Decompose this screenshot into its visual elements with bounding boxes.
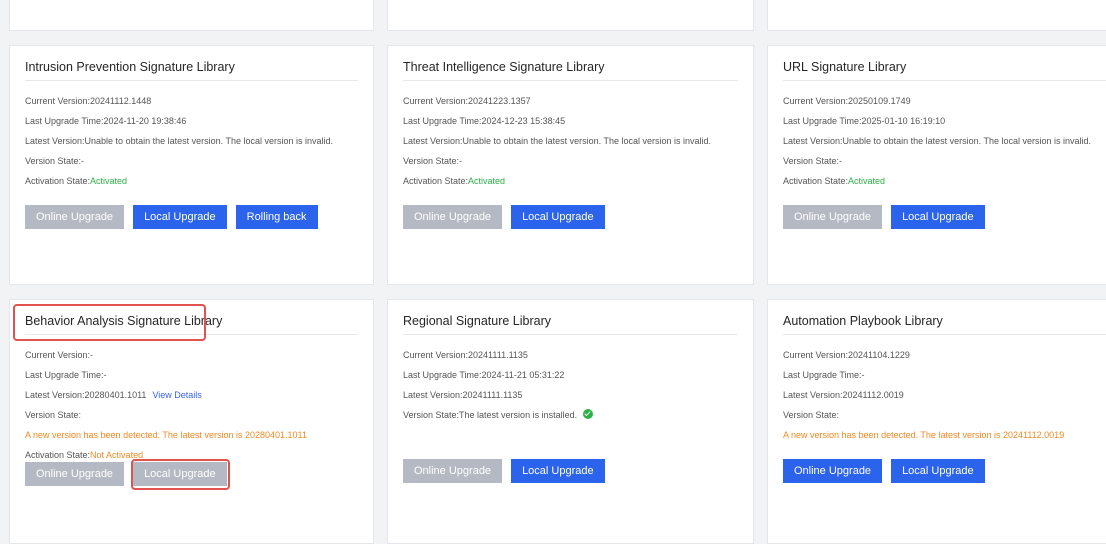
current-version: Current Version:20250109.1749 [783, 96, 911, 106]
card-intrusion-prevention: Intrusion Prevention Signature Library C… [9, 45, 374, 285]
activation-label: Activation State: [783, 176, 849, 186]
last-upgrade-time: Last Upgrade Time:2024-12-23 15:38:45 [403, 116, 566, 126]
local-upgrade-button[interactable]: Local Upgrade [511, 459, 605, 483]
button-group: Online Upgrade Local Upgrade [783, 459, 994, 483]
activation-label: Activation State: [25, 176, 91, 186]
activation-state: Activation State:Activated [25, 171, 333, 191]
local-upgrade-button[interactable]: Local Upgrade [133, 462, 227, 486]
card-title: Behavior Analysis Signature Library [25, 314, 223, 328]
online-upgrade-button[interactable]: Online Upgrade [25, 462, 125, 486]
activation-value: Activated [90, 176, 128, 186]
title-divider [783, 334, 1106, 335]
card-threat-intelligence: Threat Intelligence Signature Library Cu… [387, 45, 754, 285]
card-url: URL Signature Library Current Version:20… [767, 45, 1106, 285]
version-state: Version State:- [783, 156, 843, 166]
online-upgrade-button[interactable]: Online Upgrade [783, 205, 883, 229]
card-info: Current Version:20241111.1135 Last Upgra… [403, 345, 594, 425]
version-state-text: Version State:The latest version is inst… [403, 410, 578, 420]
button-group: Online Upgrade Local Upgrade [783, 205, 994, 229]
card-title: Regional Signature Library [403, 314, 552, 328]
last-upgrade-time: Last Upgrade Time:- [25, 370, 107, 380]
button-group: Online Upgrade Local Upgrade [25, 462, 236, 486]
button-group: Online Upgrade Local Upgrade [403, 459, 614, 483]
latest-version: Latest Version:Unable to obtain the late… [25, 136, 334, 146]
title-divider [25, 334, 358, 335]
version-state: Version State:- [403, 156, 463, 166]
local-upgrade-button[interactable]: Local Upgrade [511, 205, 605, 229]
current-version: Current Version:20241104.1229 [783, 350, 910, 360]
card-info: Current Version:20250109.1749 Last Upgra… [783, 91, 1091, 191]
last-upgrade-time: Last Upgrade Time:2024-11-21 05:31:22 [403, 370, 565, 380]
last-upgrade-time: Last Upgrade Time:2024-11-20 19:38:46 [25, 116, 187, 126]
card-automation-playbook: Automation Playbook Library Current Vers… [767, 299, 1106, 544]
latest-version: Latest Version:20280401.1011 View Details [25, 385, 307, 405]
activation-state: Activation State:Activated [783, 171, 1091, 191]
card-title: Intrusion Prevention Signature Library [25, 60, 235, 74]
local-upgrade-button[interactable]: Local Upgrade [133, 205, 227, 229]
local-upgrade-button[interactable]: Local Upgrade [891, 459, 985, 483]
current-version: Current Version:20241223.1357 [403, 96, 531, 106]
button-group: Online Upgrade Local Upgrade [403, 205, 614, 229]
online-upgrade-button[interactable]: Online Upgrade [783, 459, 883, 483]
button-group: Online Upgrade Local Upgrade Rolling back [25, 205, 327, 229]
title-divider [783, 80, 1106, 81]
activation-state: Activation State:Activated [403, 171, 711, 191]
latest-version: Latest Version:Unable to obtain the late… [403, 136, 712, 146]
new-version-message: A new version has been detected. The lat… [25, 430, 307, 440]
card-title: URL Signature Library [783, 60, 907, 74]
view-details-link[interactable]: View Details [152, 390, 201, 400]
card-behavior-analysis: Behavior Analysis Signature Library Curr… [9, 299, 374, 544]
activation-label: Activation State: [403, 176, 469, 186]
rolling-back-button[interactable]: Rolling back [235, 205, 318, 229]
latest-version: Latest Version:20241112.0019 [783, 390, 904, 400]
current-version: Current Version:20241112.1448 [25, 96, 152, 106]
check-circle-icon [583, 409, 594, 419]
online-upgrade-button[interactable]: Online Upgrade [403, 205, 503, 229]
card-regional: Regional Signature Library Current Versi… [387, 299, 754, 544]
activation-value: Activated [848, 176, 886, 186]
title-divider [25, 80, 358, 81]
latest-version: Latest Version:Unable to obtain the late… [783, 136, 1092, 146]
version-state: Version State:- [25, 156, 85, 166]
latest-version-value: Latest Version:20280401.1011 [25, 390, 147, 400]
card-info: Current Version:20241112.1448 Last Upgra… [25, 91, 333, 191]
card-info: Current Version:20241223.1357 Last Upgra… [403, 91, 711, 191]
card-top-left-partial [9, 0, 374, 31]
title-divider [403, 80, 738, 81]
current-version: Current Version:20241111.1135 [403, 350, 528, 360]
card-info: Current Version:20241104.1229 Last Upgra… [783, 345, 1064, 445]
activation-value: Not Activated [90, 450, 144, 460]
latest-version: Latest Version:20241111.1135 [403, 390, 523, 400]
online-upgrade-button[interactable]: Online Upgrade [25, 205, 125, 229]
new-version-message: A new version has been detected. The lat… [783, 430, 1065, 440]
version-state: Version State:The latest version is inst… [403, 405, 594, 425]
version-state: Version State: [25, 410, 82, 420]
card-title: Threat Intelligence Signature Library [403, 60, 605, 74]
card-title: Automation Playbook Library [783, 314, 943, 328]
title-divider [403, 334, 738, 335]
card-info: Current Version:- Last Upgrade Time:- La… [25, 345, 307, 465]
last-upgrade-time: Last Upgrade Time:2025-01-10 16:19:10 [783, 116, 946, 126]
card-top-middle-partial [387, 0, 754, 31]
version-state: Version State: [783, 410, 840, 420]
card-top-right-partial [767, 0, 1106, 31]
last-upgrade-time: Last Upgrade Time:- [783, 370, 865, 380]
activation-value: Activated [468, 176, 506, 186]
activation-label: Activation State: [25, 450, 91, 460]
online-upgrade-button[interactable]: Online Upgrade [403, 459, 503, 483]
current-version: Current Version:- [25, 350, 94, 360]
local-upgrade-button[interactable]: Local Upgrade [891, 205, 985, 229]
